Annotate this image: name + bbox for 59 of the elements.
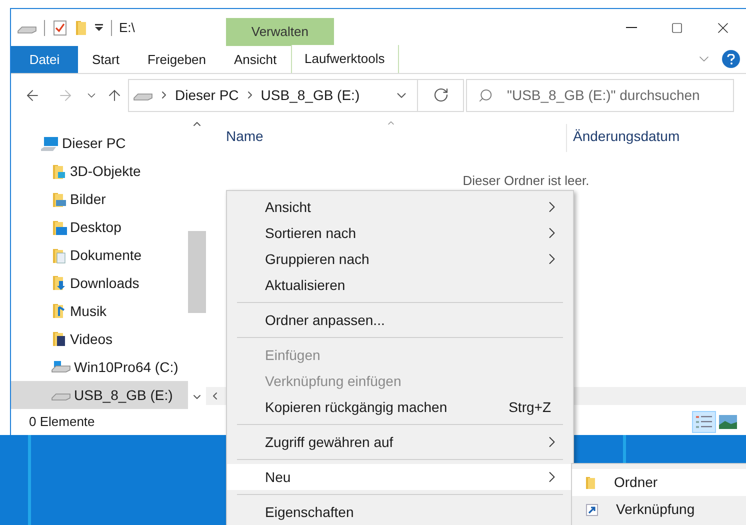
list-icon <box>696 415 712 429</box>
menu-item[interactable]: Ordner anpassen... <box>227 307 573 333</box>
document-folder-icon <box>51 248 67 264</box>
menu-item[interactable]: Kopieren rückgängig machen Strg+Z <box>227 394 573 420</box>
nav-item[interactable]: Desktop <box>11 214 188 242</box>
details-view-button[interactable] <box>692 411 716 433</box>
menu-item[interactable]: Neu <box>227 464 573 490</box>
dropdown-icon[interactable] <box>94 22 104 32</box>
empty-folder-message: Dieser Ordner ist leer. <box>462 172 590 190</box>
desktop-folder-icon <box>51 220 67 236</box>
menu-item[interactable]: Zugriff gewähren auf <box>227 429 573 455</box>
nav-item[interactable]: Dieser PC <box>11 130 188 158</box>
item-count: 0 Elemente <box>29 413 95 432</box>
shortcut-label: Strg+Z <box>508 398 551 417</box>
computer-icon <box>41 136 59 152</box>
search-field[interactable]: "USB_8_GB (E:)" durchsuchen <box>466 78 734 112</box>
ribbon-tab[interactable]: Laufwerktools <box>290 45 399 73</box>
ribbon-tab[interactable]: Start <box>78 46 134 73</box>
minimize-icon <box>626 27 636 28</box>
column-header[interactable]: Name <box>226 126 566 147</box>
tool-group-label: Verwalten <box>226 18 334 46</box>
nav-item[interactable]: Bilder <box>11 186 188 214</box>
nav-item[interactable]: 3D-Objekte <box>11 158 188 186</box>
menu-item[interactable]: Verknüpfung <box>572 496 746 523</box>
breadcrumb-item[interactable]: Dieser PC <box>175 84 239 106</box>
menu-item[interactable]: Eigenschaften <box>227 499 573 525</box>
menu-item[interactable]: Ordner <box>572 469 746 496</box>
folder-icon <box>586 476 596 488</box>
menu-item[interactable]: Aktualisieren <box>227 272 573 298</box>
search-icon <box>478 88 493 102</box>
refresh-icon <box>432 87 448 103</box>
checklist-icon[interactable] <box>52 20 68 36</box>
menu-item[interactable]: Gruppieren nach <box>227 246 573 272</box>
pictures-folder-icon <box>51 192 67 208</box>
refresh-button[interactable] <box>418 78 464 112</box>
windows-drive-icon <box>51 361 71 374</box>
nav-item[interactable]: Downloads <box>11 270 188 298</box>
ribbon-tab[interactable]: Freigeben <box>133 46 220 73</box>
menu-item[interactable]: Sortieren nach <box>227 220 573 246</box>
video-folder-icon <box>51 331 67 348</box>
ribbon-tab[interactable]: Ansicht <box>220 46 291 73</box>
nav-item[interactable]: Musik <box>11 297 188 326</box>
nav-item[interactable]: Videos <box>11 325 188 354</box>
shortcut-icon <box>586 504 598 516</box>
nav-item[interactable]: USB_8_GB (E:) <box>11 381 188 410</box>
address-field[interactable]: Dieser PC USB_8_GB (E:) <box>128 78 418 112</box>
file-tab[interactable]: Datei <box>11 46 78 73</box>
column-header[interactable]: Änderungsdatum <box>573 126 680 147</box>
menu-item[interactable]: Ansicht <box>227 194 573 220</box>
breadcrumb-item[interactable]: USB_8_GB (E:) <box>260 84 360 106</box>
download-folder-icon <box>51 275 67 292</box>
nav-item[interactable]: Win10Pro64 (C:) <box>11 353 188 382</box>
maximize-icon <box>671 22 683 34</box>
nav-item[interactable]: Dokumente <box>11 242 188 270</box>
landscape-icon <box>719 415 737 429</box>
window-title: E:\ <box>119 18 135 37</box>
help-icon[interactable] <box>722 50 740 68</box>
cube-folder-icon <box>51 164 67 180</box>
music-folder-icon <box>51 303 67 320</box>
